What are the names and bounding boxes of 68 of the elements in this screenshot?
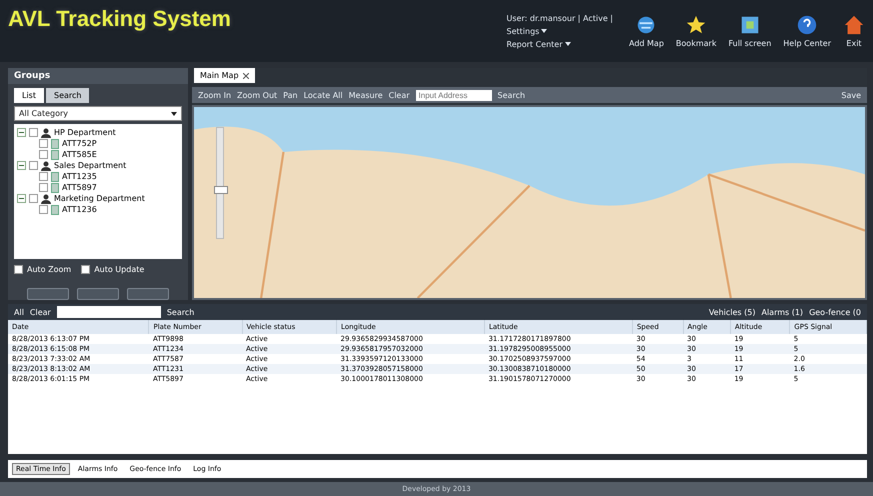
checkbox[interactable]	[29, 128, 38, 137]
map-tool-button[interactable]: Pan	[283, 90, 298, 100]
category-dropdown[interactable]: All Category	[14, 106, 182, 121]
search-button[interactable]: Search	[166, 308, 194, 316]
map-tool-button[interactable]: Locate All	[304, 90, 343, 100]
toolbar-button[interactable]: Full screen	[728, 14, 772, 48]
expand-toggle[interactable]	[17, 194, 26, 203]
tab[interactable]: List	[14, 88, 44, 103]
search-field[interactable]	[56, 306, 161, 318]
checkbox[interactable]	[39, 150, 48, 159]
tree-item[interactable]: ATT1236	[62, 205, 97, 214]
toolbar-button[interactable]: Help Center	[783, 14, 831, 48]
counter-label[interactable]: Alarms (1)	[761, 308, 804, 316]
zoom-thumb[interactable]	[214, 186, 228, 194]
tree-item[interactable]: Sales Department	[54, 161, 126, 170]
app-title: AVL Tracking System	[8, 6, 231, 32]
caret-icon	[171, 112, 177, 116]
home-icon	[843, 14, 865, 36]
list-tool-button[interactable]: All	[14, 308, 24, 316]
checkbox[interactable]	[29, 161, 38, 170]
checkbox[interactable]	[81, 265, 90, 274]
search-button[interactable]: Search	[498, 90, 526, 100]
person-icon	[41, 160, 51, 170]
toolbar-button[interactable]: Bookmark	[676, 14, 716, 48]
expand-toggle[interactable]	[17, 161, 26, 170]
tree-item[interactable]: Marketing Department	[54, 194, 145, 203]
checkbox[interactable]	[14, 265, 23, 274]
person-icon	[41, 128, 51, 138]
menu-button[interactable]: Report Center	[506, 40, 613, 48]
help-icon	[796, 14, 818, 36]
panel-button[interactable]	[127, 288, 169, 300]
tree-item[interactable]: ATT585E	[62, 150, 97, 159]
tree-item[interactable]: ATT1235	[62, 172, 97, 181]
map-tool-button[interactable]: Measure	[348, 90, 383, 100]
address-field[interactable]: Input Address	[416, 90, 492, 100]
person-icon	[41, 194, 51, 204]
tree-item[interactable]: ATT5897	[62, 183, 97, 192]
option-label: Auto Zoom	[27, 265, 72, 274]
toolbar-button[interactable]: Exit	[843, 14, 865, 48]
tab[interactable]: Search	[46, 88, 90, 103]
close-icon[interactable]	[242, 72, 249, 78]
menu-button[interactable]: Settings	[506, 26, 613, 36]
map-tool-button[interactable]: Zoom Out	[237, 90, 278, 100]
list-tool-button[interactable]: Clear	[30, 308, 51, 316]
panel-title: Groups	[14, 71, 50, 81]
map-tab[interactable]: Main Map	[194, 68, 255, 83]
map-tool-button[interactable]: Zoom In	[198, 90, 232, 100]
toolbar-button[interactable]: Add Map	[629, 14, 664, 48]
checkbox[interactable]	[39, 139, 48, 148]
checkbox[interactable]	[29, 194, 38, 203]
option-label: Auto Update	[94, 265, 144, 274]
caret-icon	[564, 42, 571, 46]
tree-item[interactable]: ATT752P	[62, 139, 97, 148]
caret-icon	[541, 29, 548, 33]
checkbox[interactable]	[39, 205, 48, 214]
star-icon	[685, 14, 708, 36]
panel-button[interactable]	[77, 288, 119, 300]
user-status: User: dr.mansour | Active |	[506, 14, 613, 22]
counter-label[interactable]: Vehicles (5)	[708, 308, 756, 316]
device-icon	[51, 204, 59, 214]
panel-button[interactable]	[27, 288, 69, 300]
checkbox[interactable]	[39, 172, 48, 181]
expand-toggle[interactable]	[17, 128, 26, 137]
checkbox[interactable]	[39, 183, 48, 192]
tree-item[interactable]: HP Department	[54, 128, 116, 137]
save-button[interactable]: Save	[841, 90, 861, 100]
map-tool-button[interactable]: Clear	[388, 90, 410, 100]
counter-label[interactable]: Geo-fence (0	[809, 308, 861, 316]
